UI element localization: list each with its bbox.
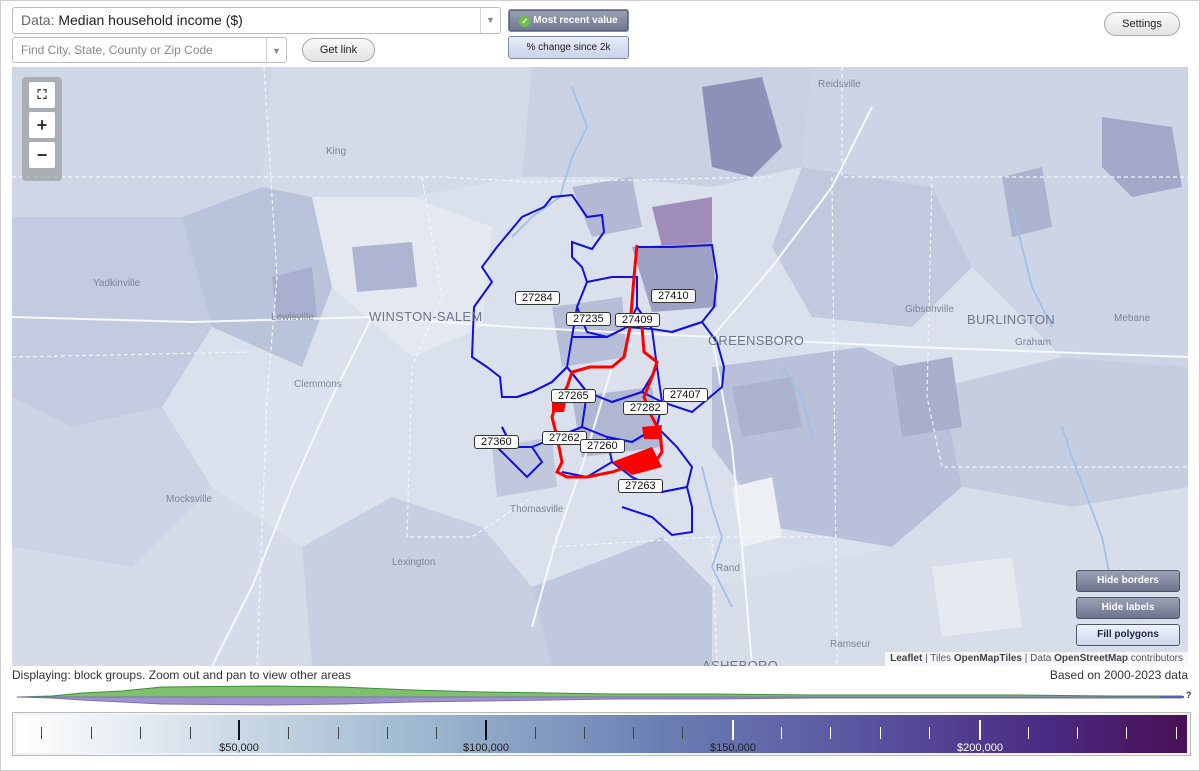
- place-label-gibsonville: Gibsonville: [905, 304, 954, 315]
- zoom-out-button[interactable]: −: [29, 142, 55, 168]
- zip-label-27407[interactable]: 27407: [663, 388, 708, 402]
- location-search-input[interactable]: [21, 43, 261, 57]
- map-attribution: Leaflet | Tiles OpenMapTiles | Data Open…: [885, 652, 1188, 666]
- place-label-graham: Graham: [1015, 337, 1052, 348]
- legend-label-50k: $50,000: [219, 742, 259, 754]
- place-label-thomasville: Thomasville: [510, 504, 564, 515]
- check-icon: ✓: [519, 16, 531, 27]
- place-label-rand: Rand: [716, 563, 740, 574]
- place-label-yadkinville: Yadkinville: [93, 278, 141, 289]
- zoom-control: ⛶ + −: [22, 77, 62, 181]
- percent-change-button[interactable]: % change since 2k: [508, 36, 629, 59]
- place-label-mebane: Mebane: [1114, 313, 1151, 324]
- color-legend: $50,000 $100,000 $150,000 $200,000: [12, 712, 1191, 756]
- place-label-ramseur: Ramseur: [830, 639, 871, 650]
- display-status: Displaying: block groups. Zoom out and p…: [12, 668, 351, 682]
- zoom-in-button[interactable]: +: [29, 112, 55, 138]
- fill-polygons-button[interactable]: Fill polygons: [1076, 624, 1180, 646]
- zip-label-27284[interactable]: 27284: [515, 291, 560, 305]
- zip-label-27265[interactable]: 27265: [551, 389, 596, 403]
- zip-label-27409[interactable]: 27409: [615, 313, 660, 327]
- chevron-down-icon[interactable]: ▼: [480, 8, 500, 33]
- place-label-lexington: Lexington: [392, 557, 436, 568]
- place-label-asheboro: ASHEBORO: [702, 658, 779, 666]
- place-label-winston-salem: WINSTON-SALEM: [369, 309, 483, 324]
- search-dropdown-chevron-icon[interactable]: ▼: [266, 38, 286, 63]
- attribution-osm-link[interactable]: OpenStreetMap: [1054, 653, 1128, 664]
- place-label-burlington: BURLINGTON: [967, 312, 1055, 327]
- data-select-prefix: Data:: [21, 12, 55, 28]
- attribution-leaflet-link[interactable]: Leaflet: [890, 653, 922, 664]
- place-label-lewisville: Lewisville: [271, 312, 314, 323]
- major-tick-100k: [485, 720, 487, 740]
- place-label-mocksville: Mocksville: [166, 494, 213, 505]
- get-link-button[interactable]: Get link: [302, 38, 375, 62]
- place-label-clemmons: Clemmons: [294, 379, 342, 390]
- attribution-tail: contributors: [1127, 653, 1183, 664]
- place-label-reidsville: Reidsville: [818, 79, 861, 90]
- major-tick-200k: [979, 720, 981, 740]
- most-recent-value-button[interactable]: ✓ Most recent value: [508, 9, 629, 32]
- major-tick-150k: [732, 720, 734, 740]
- most-recent-value-label: Most recent value: [533, 15, 618, 26]
- legend-label-100k: $100,000: [463, 742, 509, 754]
- place-label-greensboro: GREENSBORO: [708, 333, 805, 348]
- zip-label-27282[interactable]: 27282: [623, 401, 668, 415]
- fullscreen-icon[interactable]: ⛶: [29, 82, 55, 108]
- location-search[interactable]: ▼: [12, 37, 287, 63]
- attribution-tiles-link[interactable]: OpenMapTiles: [954, 653, 1022, 664]
- zip-label-27263[interactable]: 27263: [618, 479, 663, 493]
- legend-label-150k: $150,000: [710, 742, 756, 754]
- color-scale-bar: $50,000 $100,000 $150,000 $200,000: [16, 715, 1187, 754]
- legend-label-200k: $200,000: [957, 742, 1003, 754]
- hide-labels-button[interactable]: Hide labels: [1076, 597, 1180, 619]
- map-canvas[interactable]: [12, 67, 1188, 666]
- map-view[interactable]: ⛶ + − Reidsville King Yadkinville Lewisv…: [12, 67, 1188, 666]
- zip-label-27410[interactable]: 27410: [651, 289, 696, 303]
- place-label-king: King: [326, 146, 347, 157]
- zip-label-27260[interactable]: 27260: [580, 439, 625, 453]
- zip-label-27360[interactable]: 27360: [474, 435, 519, 449]
- hide-borders-button[interactable]: Hide borders: [1076, 570, 1180, 592]
- data-range-note: Based on 2000-2023 data: [1049, 668, 1188, 682]
- distribution-histogram: [16, 685, 1184, 706]
- major-tick-50k: [238, 720, 240, 740]
- attribution-sep1: | Tiles: [922, 653, 954, 664]
- settings-button[interactable]: Settings: [1104, 12, 1180, 36]
- zip-label-27235[interactable]: 27235: [566, 312, 611, 326]
- legend-help-icon[interactable]: ?: [1186, 690, 1192, 700]
- data-select-value: Median household income ($): [58, 12, 243, 28]
- data-variable-select[interactable]: Data: Median household income ($) ▼: [12, 7, 501, 34]
- attribution-sep2: | Data: [1022, 653, 1055, 664]
